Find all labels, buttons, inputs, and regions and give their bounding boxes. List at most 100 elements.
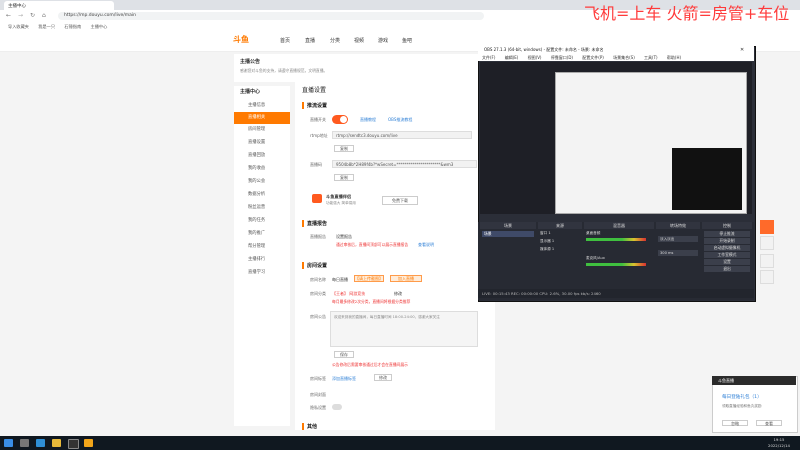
taskbar-clock: 19:15 2022/12/14	[760, 437, 798, 449]
settings-button[interactable]: 设置	[704, 259, 750, 265]
sidebar-item[interactable]: 直播学习	[234, 267, 290, 279]
scene-item[interactable]: 场景	[482, 231, 534, 237]
nav-video[interactable]: 视频	[354, 37, 364, 44]
nav-game[interactable]: 游戏	[378, 37, 388, 44]
bookmark-item[interactable]: 我是一只	[38, 22, 55, 31]
obs-menu-item[interactable]: 编辑(E)	[505, 55, 519, 60]
code-field[interactable]: 9504b8b*2H89f4b?*wSecret=***************…	[332, 160, 477, 168]
search-icon[interactable]	[20, 439, 29, 447]
sidebar-item[interactable]: 我的任务	[234, 215, 290, 227]
obs-menu-item[interactable]: 文件(F)	[482, 55, 495, 60]
tag-label: 房间标签	[310, 376, 326, 381]
transition-dock-header: 转场特效	[656, 222, 700, 229]
room-section-title: 房间设置	[302, 262, 327, 269]
sidebar-item[interactable]: 粉丝运营	[234, 202, 290, 214]
obs-menu-item[interactable]: 配置文件(P)	[582, 55, 604, 60]
reload-icon[interactable]: ↻	[30, 12, 35, 19]
floating-home-icon[interactable]	[760, 236, 774, 250]
sidebar-item[interactable]: 数据分析	[234, 189, 290, 201]
desktop-audio-meter	[586, 238, 646, 241]
sidebar-item[interactable]: 我的公会	[234, 176, 290, 188]
join-live-button[interactable]: 加入直播	[390, 275, 422, 282]
source-item[interactable]: 媒体源 1	[540, 247, 554, 252]
report-section-title: 直播报告	[302, 220, 327, 227]
url-input[interactable]: https://mp.douyu.com/live/main	[58, 12, 484, 20]
sidebar-item[interactable]: 直播设置	[234, 137, 290, 149]
obs-titlebar: OBS 27.1.3 (64-bit, windows) - 配置文件: 未命名…	[478, 46, 754, 54]
obs-menu-item[interactable]: 视图(V)	[528, 55, 542, 60]
notification-ignore-button[interactable]: 忽略	[722, 420, 748, 426]
floating-share-icon[interactable]	[760, 270, 774, 284]
folder-icon[interactable]	[52, 439, 61, 447]
sidebar-header: 主播中心	[240, 89, 261, 95]
sources-dock-header: 来源	[538, 222, 582, 229]
transition-select[interactable]: 淡入淡出	[658, 236, 698, 242]
exit-button[interactable]: 退出	[704, 266, 750, 272]
notification-text: 领取直播经验和鱼丸奖励	[722, 404, 762, 408]
nav-home[interactable]: 首页	[280, 37, 290, 44]
notification-view-button[interactable]: 查看	[756, 420, 782, 426]
sidebar-item[interactable]: 主播信息	[234, 100, 290, 112]
obs-tutorial-link[interactable]: OBS推流教程	[388, 117, 412, 123]
bookmark-item[interactable]: 石锤指南	[64, 22, 81, 31]
forward-icon[interactable]: →	[18, 12, 23, 19]
sidebar-item[interactable]: 直播回放	[234, 150, 290, 162]
sidebar-item[interactable]: 房间管理	[234, 124, 290, 136]
nav-category[interactable]: 分类	[330, 37, 340, 44]
edge-icon[interactable]	[36, 439, 45, 447]
upload-screenshot-button[interactable]: 【请上传截图】	[354, 275, 384, 282]
rtmp-field[interactable]: rtmp://sendtc3.douyu.com/live	[332, 131, 472, 139]
virtual-camera-button[interactable]: 启动虚拟摄像机	[704, 245, 750, 251]
floating-settings-icon[interactable]	[760, 254, 774, 268]
mixer-dock-header: 混音器	[584, 222, 654, 229]
category-edit-link[interactable]: 修改	[394, 291, 402, 297]
copy-code-button[interactable]: 复制	[334, 174, 354, 181]
obs-menu-item[interactable]: 场景集合(S)	[613, 55, 635, 60]
download-button[interactable]: 免费下载	[382, 196, 418, 205]
obs-menu-item[interactable]: 工具(T)	[644, 55, 658, 60]
sidebar-item[interactable]: 主播排行	[234, 254, 290, 266]
sidebar-item[interactable]: 我的收益	[234, 163, 290, 175]
tag-edit-button[interactable]: 修改	[374, 374, 392, 381]
copy-rtmp-button[interactable]: 复制	[334, 145, 354, 152]
privacy-toggle[interactable]	[332, 404, 342, 410]
notification-title: 每日登陆礼包（1）	[722, 395, 762, 400]
start-record-button[interactable]: 开始录制	[704, 238, 750, 244]
home-icon[interactable]: ⌂	[42, 12, 46, 19]
browser-tab[interactable]: 主播中心	[4, 1, 114, 10]
controls-dock-header: 控制	[702, 222, 752, 229]
announce-note: 公告修改后需要审核通过后才会在直播间展示	[332, 362, 408, 367]
category-value: 【王者】 网游竞技	[332, 291, 366, 296]
duration-input[interactable]: 300 ms	[658, 250, 698, 256]
obs-menu-item[interactable]: 停靠窗口(D)	[551, 55, 573, 60]
source-item[interactable]: 窗口 1	[540, 231, 551, 236]
floating-add-icon[interactable]	[760, 220, 774, 234]
sidebar-item[interactable]: 帮分管理	[234, 241, 290, 253]
live-tutorial-link[interactable]: 直播教程	[360, 117, 376, 123]
bookmark-item[interactable]: 主播中心	[91, 22, 108, 31]
sidebar-item[interactable]: 我的推广	[234, 228, 290, 240]
report-value: 设置报告	[336, 234, 352, 239]
report-help-link[interactable]: 查看说明	[418, 242, 434, 248]
obs-menu-item[interactable]: 帮助(H)	[667, 55, 681, 60]
save-announce-button[interactable]: 保存	[334, 351, 354, 358]
sidebar-item-active[interactable]: 直播相关	[234, 112, 290, 124]
room-name-value: 每日直播	[332, 277, 348, 282]
start-icon[interactable]	[4, 439, 13, 447]
nav-fishbar[interactable]: 鱼吧	[402, 37, 412, 44]
obs-close-icon[interactable]: ✕	[740, 47, 744, 53]
notification-header: 斗鱼直播	[712, 376, 796, 385]
live-switch-toggle[interactable]	[332, 115, 348, 124]
stop-stream-button[interactable]: 停止推流	[704, 231, 750, 237]
bookmark-item[interactable]: 导入收藏夹	[8, 22, 29, 31]
back-icon[interactable]: ←	[6, 12, 11, 19]
douyu-taskbar-icon[interactable]	[84, 439, 93, 447]
nav-live[interactable]: 直播	[305, 37, 315, 44]
announce-textarea[interactable]: 欢迎来到我的直播间，每日直播时间 18:00-24:00，感谢大家关注	[330, 311, 478, 347]
obs-taskbar-icon[interactable]	[68, 439, 79, 449]
source-item[interactable]: 显示器 1	[540, 239, 554, 244]
add-tag-link[interactable]: 添加直播标签	[332, 376, 356, 382]
tab-title: 主播中心	[8, 3, 26, 9]
douyu-logo[interactable]: 斗鱼	[233, 34, 271, 48]
studio-mode-button[interactable]: 工作室模式	[704, 252, 750, 258]
